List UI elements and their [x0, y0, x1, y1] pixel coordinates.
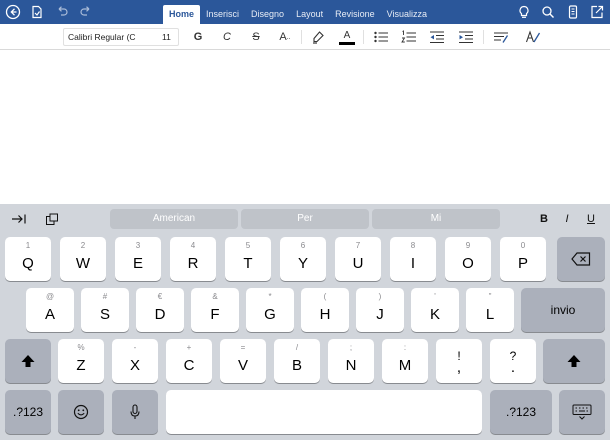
- kb-bold-button[interactable]: B: [534, 209, 554, 229]
- key-a[interactable]: @ A: [26, 288, 74, 332]
- back-icon[interactable]: [2, 0, 24, 24]
- key-k[interactable]: ' K: [411, 288, 459, 332]
- tab-key-icon[interactable]: [9, 209, 29, 229]
- key-l[interactable]: " L: [466, 288, 514, 332]
- key-b[interactable]: / B: [274, 339, 320, 383]
- tab-layout[interactable]: Layout: [290, 5, 329, 24]
- kb-underline-button[interactable]: U: [581, 209, 601, 229]
- numbered-list-icon[interactable]: [399, 27, 419, 47]
- key-u[interactable]: 7U: [335, 237, 381, 281]
- space-bar[interactable]: [166, 390, 482, 434]
- key-d[interactable]: € D: [136, 288, 184, 332]
- decrease-indent-icon[interactable]: [427, 27, 447, 47]
- suggestion-bar: American Per Mi B I U: [0, 204, 610, 234]
- redo-icon[interactable]: [75, 0, 97, 24]
- ribbon-tabs: Home Inserisci Disegno Layout Revisione …: [163, 5, 433, 24]
- key-j[interactable]: ) J: [356, 288, 404, 332]
- font-color-label: A: [343, 29, 351, 41]
- key-w[interactable]: 2W: [60, 237, 106, 281]
- key-q[interactable]: 1Q: [5, 237, 51, 281]
- tab-home[interactable]: Home: [163, 5, 201, 24]
- file-icon[interactable]: [26, 0, 48, 24]
- key-c[interactable]: + C: [166, 339, 212, 383]
- tab-visualizza[interactable]: Visualizza: [381, 5, 433, 24]
- italic-button[interactable]: C: [217, 27, 237, 47]
- key-g[interactable]: * G: [246, 288, 294, 332]
- backspace-icon: [557, 237, 605, 281]
- key-comma[interactable]: !,: [436, 339, 482, 383]
- text-size-button[interactable]: A..: [275, 27, 295, 47]
- key-n[interactable]: ; N: [328, 339, 374, 383]
- dismiss-keyboard-key[interactable]: [559, 390, 605, 434]
- key-o[interactable]: 9O: [445, 237, 491, 281]
- dictation-key[interactable]: [112, 390, 158, 434]
- numbers-key-right[interactable]: .?123: [490, 390, 552, 434]
- key-e[interactable]: 3E: [115, 237, 161, 281]
- key-v[interactable]: = V: [220, 339, 266, 383]
- font-name-field[interactable]: Calibri Regular (C 11: [63, 28, 179, 46]
- font-color-button[interactable]: A: [337, 27, 357, 47]
- share-icon[interactable]: [586, 0, 608, 24]
- on-screen-keyboard: American Per Mi B I U 1Q 2W 3E 4R 5T 6Y …: [0, 204, 610, 440]
- shift-icon: [543, 339, 605, 383]
- key-i[interactable]: 8I: [390, 237, 436, 281]
- key-z[interactable]: % Z: [58, 339, 104, 383]
- ribbon: Home Inserisci Disegno Layout Revisione …: [0, 0, 610, 24]
- bullet-list-icon[interactable]: [371, 27, 391, 47]
- emoji-key[interactable]: [58, 390, 104, 434]
- suggestion-2[interactable]: Per: [241, 209, 369, 229]
- emoji-icon: [58, 390, 104, 434]
- key-t[interactable]: 5T: [225, 237, 271, 281]
- key-h[interactable]: (H: [301, 288, 349, 332]
- key-f[interactable]: & F: [191, 288, 239, 332]
- key-y[interactable]: 6Y: [280, 237, 326, 281]
- text-size-label: A: [279, 31, 287, 43]
- formatting-toolbar: Calibri Regular (C 11 G C S A.. A: [0, 24, 610, 50]
- key-r[interactable]: 4R: [170, 237, 216, 281]
- tab-revisione[interactable]: Revisione: [329, 5, 381, 24]
- search-icon[interactable]: [537, 0, 559, 24]
- shift-key-right[interactable]: [543, 339, 605, 383]
- microphone-icon: [112, 390, 158, 434]
- paragraph-format-icon[interactable]: [491, 27, 511, 47]
- tab-disegno[interactable]: Disegno: [245, 5, 290, 24]
- font-color-swatch: [339, 41, 355, 45]
- shift-icon: [5, 339, 51, 383]
- tab-inserisci[interactable]: Inserisci: [200, 5, 245, 24]
- suggestion-1[interactable]: American: [110, 209, 238, 229]
- bold-button[interactable]: G: [188, 27, 208, 47]
- lightbulb-icon[interactable]: [513, 0, 535, 24]
- strikethrough-button[interactable]: S: [246, 27, 266, 47]
- key-p[interactable]: 0P: [500, 237, 546, 281]
- highlighter-icon[interactable]: [308, 27, 328, 47]
- backspace-key[interactable]: [557, 237, 605, 281]
- document-canvas[interactable]: [0, 51, 610, 204]
- paste-icon[interactable]: [42, 209, 62, 229]
- shift-key-left[interactable]: [5, 339, 51, 383]
- key-s[interactable]: # S: [81, 288, 129, 332]
- styles-icon[interactable]: [523, 27, 543, 47]
- keyboard-dismiss-icon: [559, 390, 605, 434]
- kb-italic-button[interactable]: I: [557, 209, 577, 229]
- return-key[interactable]: invio: [521, 288, 605, 332]
- key-period[interactable]: ?.: [490, 339, 536, 383]
- suggestion-3[interactable]: Mi: [372, 209, 500, 229]
- key-m[interactable]: :M: [382, 339, 428, 383]
- undo-icon[interactable]: [51, 0, 73, 24]
- increase-indent-icon[interactable]: [456, 27, 476, 47]
- font-name: Calibri Regular (C: [68, 32, 136, 42]
- key-x[interactable]: -X: [112, 339, 158, 383]
- numbers-key-left[interactable]: .?123: [5, 390, 51, 434]
- font-size[interactable]: 11: [162, 29, 171, 45]
- phone-icon[interactable]: [562, 0, 584, 24]
